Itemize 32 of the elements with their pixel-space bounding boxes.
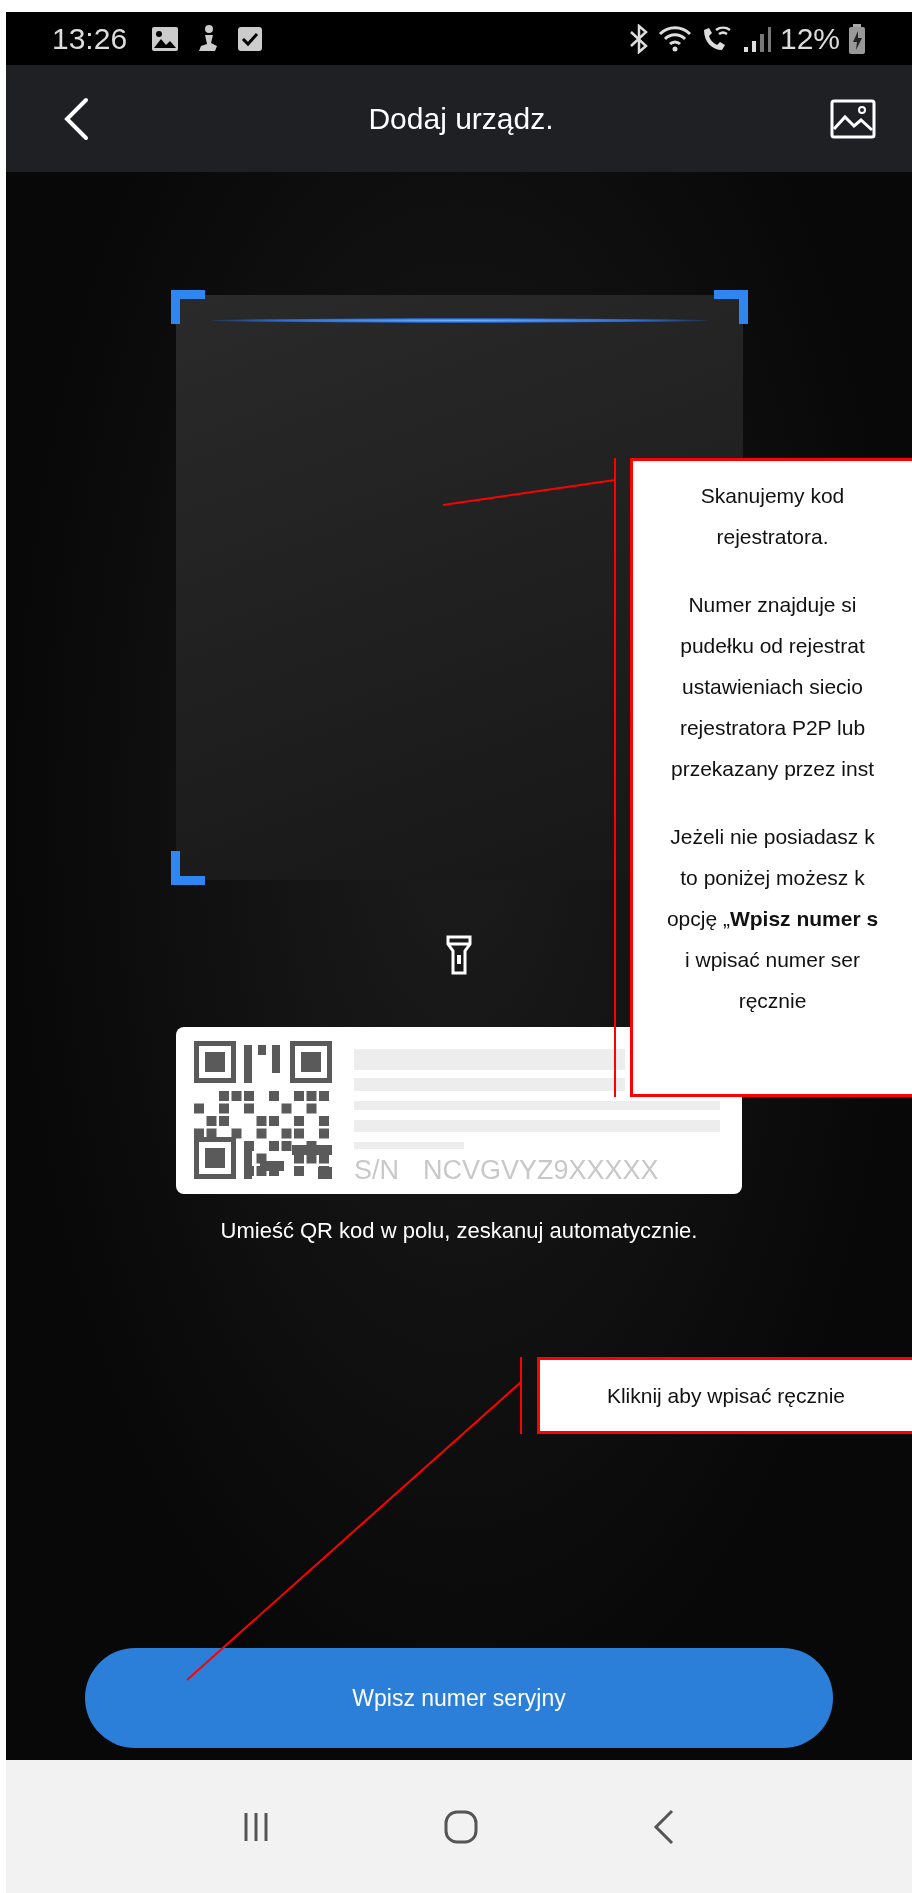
frame-corner bbox=[170, 851, 205, 885]
flashlight-icon[interactable] bbox=[446, 935, 472, 975]
frame-corner bbox=[713, 290, 748, 324]
callout-text: i wpisać numer ser bbox=[683, 947, 862, 973]
callout-text: ustawieniach siecio bbox=[681, 674, 864, 700]
image-icon bbox=[151, 25, 180, 52]
scan-hint: Umieść QR kod w polu, zeskanuj automatycznie. bbox=[220, 1217, 698, 1245]
callout-text: to poniżej możesz k bbox=[679, 865, 866, 891]
qr-code-icon bbox=[194, 1041, 334, 1181]
frame-corner bbox=[170, 290, 205, 324]
battery-percent: 12% bbox=[779, 21, 840, 57]
callout-text: Kliknij aby wpisać ręcznie bbox=[605, 1383, 847, 1409]
battery-icon bbox=[848, 22, 866, 55]
callout-text: Skanujemy kod bbox=[699, 483, 846, 509]
home-icon[interactable] bbox=[444, 1809, 478, 1844]
status-time: 13:26 bbox=[52, 21, 128, 57]
callout-text: ręcznie bbox=[737, 988, 808, 1014]
callout-text: opcję „Wpisz numer s bbox=[665, 906, 880, 932]
callout-text: przekazany przez inst bbox=[669, 756, 876, 782]
back-icon[interactable] bbox=[652, 1808, 675, 1845]
enter-serial-button[interactable]: Wpisz numer seryjny bbox=[85, 1648, 833, 1748]
gallery-icon[interactable] bbox=[830, 98, 876, 139]
callout-text: rejestratora. bbox=[715, 524, 830, 550]
checkbox-icon bbox=[237, 25, 264, 52]
wifi-icon bbox=[657, 23, 692, 54]
callout-text: pudełku od rejestrat bbox=[679, 633, 866, 659]
screen-title: Dodaj urządz. bbox=[368, 100, 554, 137]
recent-apps-icon[interactable] bbox=[243, 1811, 270, 1842]
callout-text: Numer znajduje si bbox=[687, 592, 858, 618]
signal-icon bbox=[741, 24, 772, 53]
callout-text: Jeżeli nie posiadasz k bbox=[669, 824, 876, 850]
callout-text: rejestratora P2P lub bbox=[678, 715, 867, 741]
